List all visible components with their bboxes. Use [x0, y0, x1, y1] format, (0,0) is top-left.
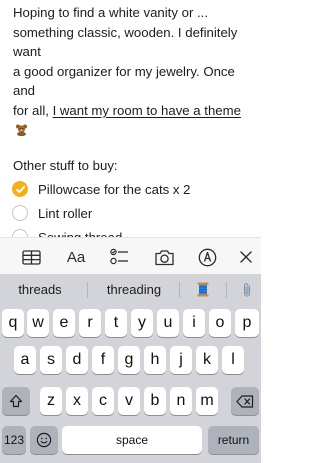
key-v[interactable]: v [118, 387, 140, 415]
table-icon[interactable] [21, 247, 41, 267]
key-w[interactable]: w [27, 309, 49, 337]
key-s[interactable]: s [40, 346, 62, 374]
backspace-icon [236, 394, 254, 408]
suggestion-divider [226, 282, 227, 298]
key-m[interactable]: m [196, 387, 218, 415]
key-r[interactable]: r [79, 309, 101, 337]
note-line: for all, I want my room to have a theme [13, 101, 249, 140]
key-h[interactable]: h [144, 346, 166, 374]
paperclip-icon[interactable] [234, 274, 260, 305]
key-f[interactable]: f [92, 346, 114, 374]
note-line: Hoping to find a white vanity or ... [13, 5, 208, 20]
shift-key[interactable] [2, 387, 30, 415]
key-j[interactable]: j [170, 346, 192, 374]
notes-format-toolbar: Aa [0, 237, 261, 274]
key-c[interactable]: c [92, 387, 114, 415]
note-line: a good organizer for my jewelry. Once an… [13, 63, 235, 99]
key-p[interactable]: p [235, 309, 259, 337]
backspace-key[interactable] [231, 387, 259, 415]
suggestion-bar: threads threading [0, 274, 261, 305]
suggestion-threading[interactable]: threading [96, 274, 172, 305]
key-l[interactable]: l [222, 346, 244, 374]
key-g[interactable]: g [118, 346, 140, 374]
key-z[interactable]: z [40, 387, 62, 415]
checkbox-empty-icon[interactable] [12, 205, 28, 222]
key-e[interactable]: e [53, 309, 75, 337]
checklist-icon[interactable] [110, 247, 130, 267]
checkbox-checked-icon[interactable] [12, 181, 28, 198]
key-a[interactable]: a [14, 346, 36, 374]
suggestion-threads[interactable]: threads [0, 274, 80, 305]
checklist-heading: Other stuff to buy: [13, 158, 118, 174]
close-icon[interactable] [238, 247, 254, 267]
camera-icon[interactable] [153, 247, 175, 267]
key-o[interactable]: o [209, 309, 231, 337]
key-b[interactable]: b [144, 387, 166, 415]
suggestion-divider [179, 282, 180, 298]
note-paragraph[interactable]: Hoping to find a white vanity or ... som… [13, 3, 249, 140]
numbers-key[interactable]: 123 [2, 426, 26, 454]
key-d[interactable]: d [66, 346, 88, 374]
key-y[interactable]: y [131, 309, 153, 337]
shift-icon [9, 394, 23, 408]
checklist-item-label: Pillowcase for the cats x 2 [38, 181, 191, 197]
thread-spool-emoji[interactable] [190, 274, 216, 305]
key-q[interactable]: q [2, 309, 24, 337]
keyboard: threads threading q w e r t y u i o p a … [0, 274, 261, 463]
suggestion-divider [87, 282, 88, 298]
key-x[interactable]: x [66, 387, 88, 415]
key-i[interactable]: i [183, 309, 205, 337]
key-k[interactable]: k [196, 346, 218, 374]
note-line: something classic, wooden. I definitely … [13, 24, 238, 60]
checklist-item[interactable]: Pillowcase for the cats x 2 [12, 177, 249, 201]
note-body[interactable]: Hoping to find a white vanity or ... som… [0, 0, 261, 246]
checklist-item[interactable]: Lint roller [12, 201, 249, 225]
emoji-icon [36, 432, 52, 448]
key-u[interactable]: u [157, 309, 179, 337]
format-text-icon[interactable]: Aa [64, 247, 88, 267]
note-underlined-text: I want my room to have a theme [52, 102, 241, 118]
return-key[interactable]: return [208, 426, 259, 454]
checklist-item-label: Lint roller [38, 205, 93, 221]
markup-icon[interactable] [197, 247, 217, 267]
key-t[interactable]: t [105, 309, 127, 337]
teddy-bear-emoji [15, 122, 28, 136]
note-line-prefix: for all, [13, 102, 53, 118]
key-n[interactable]: n [170, 387, 192, 415]
emoji-key[interactable] [30, 426, 58, 454]
space-key[interactable]: space [62, 426, 202, 454]
